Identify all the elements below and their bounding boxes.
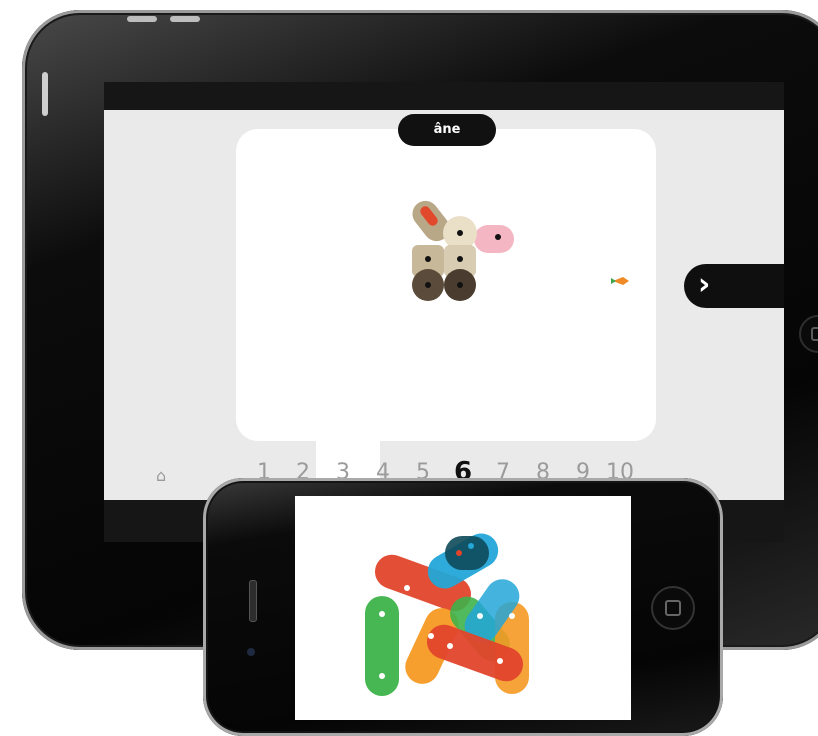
- iphone-camera: [247, 648, 255, 656]
- iphone-screen: [295, 496, 631, 720]
- ipad-screen: âne › ⌂ 1 2 3 4 5 6 7 8 9 10: [104, 82, 784, 542]
- iphone-speaker: [249, 580, 257, 622]
- donkey-muzzle: [474, 225, 514, 253]
- home-icon[interactable]: ⌂: [156, 466, 166, 485]
- chevron-right-icon: ›: [698, 267, 711, 302]
- animal-title: âne: [398, 114, 496, 146]
- ipad-side-switch: [42, 72, 48, 116]
- donkey-illustration: [412, 200, 514, 301]
- carrot-icon[interactable]: [609, 274, 633, 288]
- next-button[interactable]: ›: [684, 264, 784, 308]
- iphone-device: [203, 478, 723, 736]
- pieces-illustration[interactable]: [295, 496, 631, 720]
- iphone-home-button[interactable]: [651, 586, 695, 630]
- ipad-volume-button: [170, 16, 200, 22]
- ipad-volume-button: [127, 16, 157, 22]
- status-bar: [104, 82, 784, 110]
- ipad-home-button[interactable]: [799, 315, 818, 353]
